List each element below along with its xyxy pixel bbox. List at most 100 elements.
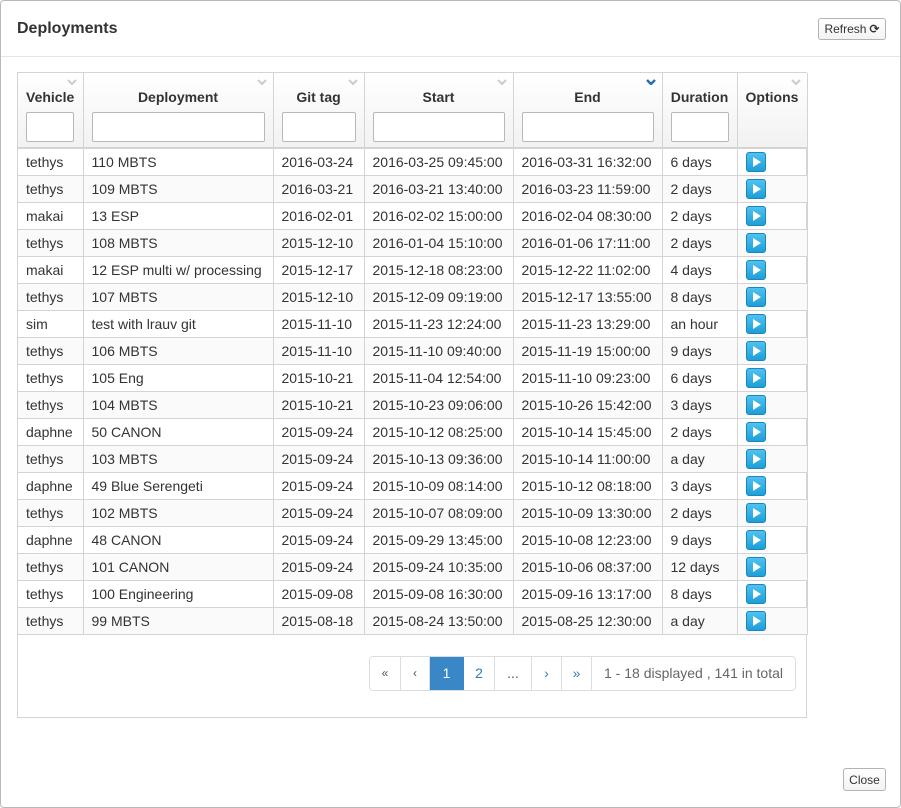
column-label: Duration [670, 89, 729, 105]
cell-options [737, 310, 808, 338]
play-icon[interactable] [745, 260, 766, 281]
cell-start: 2015-08-24 13:50:00 [364, 607, 514, 635]
play-icon[interactable] [745, 530, 766, 551]
close-button[interactable]: Close [843, 768, 886, 791]
header-row: Vehicle Deployment Git tag Start End Dur… [18, 73, 808, 149]
play-icon[interactable] [745, 206, 766, 227]
cell-duration: 8 days [662, 580, 738, 608]
page-2-button[interactable]: 2 [464, 657, 495, 690]
column-header-duration[interactable]: Duration [662, 73, 738, 149]
table-row: daphne 50 CANON 2015-09-24 2015-10-12 08:25… [18, 418, 808, 446]
cell-start: 2015-10-23 09:06:00 [364, 391, 514, 419]
column-header-vehicle[interactable]: Vehicle [18, 73, 84, 149]
cell-git-tag: 2016-03-21 [273, 175, 365, 203]
cell-deployment: 109 MBTS [83, 175, 274, 203]
cell-duration: 2 days [662, 229, 738, 257]
play-icon[interactable] [745, 503, 766, 524]
column-header-start[interactable]: Start [364, 73, 514, 149]
play-icon[interactable] [745, 476, 766, 497]
cell-duration: 9 days [662, 337, 738, 365]
sort-desc-chevron-icon[interactable] [645, 79, 656, 85]
cell-options [737, 499, 808, 527]
cell-options [737, 283, 808, 311]
play-icon[interactable] [745, 287, 766, 308]
cell-vehicle: tethys [18, 337, 84, 365]
cell-start: 2015-09-29 13:45:00 [364, 526, 514, 554]
refresh-button[interactable]: Refresh ⟳ [818, 18, 886, 40]
cell-vehicle: tethys [18, 499, 84, 527]
cell-deployment: 101 CANON [83, 553, 274, 581]
play-icon[interactable] [745, 611, 766, 632]
cell-git-tag: 2015-09-24 [273, 472, 365, 500]
cell-duration: 12 days [662, 553, 738, 581]
column-label: Git tag [296, 89, 341, 105]
cell-start: 2015-10-07 08:09:00 [364, 499, 514, 527]
cell-vehicle: tethys [18, 364, 84, 392]
cell-end: 2015-10-14 11:00:00 [513, 445, 663, 473]
play-icon[interactable] [745, 179, 766, 200]
cell-deployment: 110 MBTS [83, 148, 274, 176]
play-icon[interactable] [745, 314, 766, 335]
cell-deployment: 108 MBTS [83, 229, 274, 257]
cell-vehicle: tethys [18, 445, 84, 473]
git-tag-filter-input[interactable] [281, 112, 356, 142]
end-filter-input[interactable] [521, 112, 654, 142]
page-1-button[interactable]: 1 [430, 657, 464, 690]
play-icon[interactable] [745, 395, 766, 416]
play-icon[interactable] [745, 584, 766, 605]
sort-chevron-icon[interactable] [496, 79, 507, 85]
column-header-deployment[interactable]: Deployment [83, 73, 274, 149]
cell-start: 2015-09-24 10:35:00 [364, 553, 514, 581]
cell-deployment: 100 Engineering [83, 580, 274, 608]
play-icon[interactable] [745, 557, 766, 578]
column-header-git-tag[interactable]: Git tag [273, 73, 365, 149]
cell-deployment: 106 MBTS [83, 337, 274, 365]
cell-start: 2016-03-25 09:45:00 [364, 148, 514, 176]
deployment-filter-input[interactable] [91, 112, 265, 142]
cell-end: 2015-09-16 13:17:00 [513, 580, 663, 608]
cell-deployment: 107 MBTS [83, 283, 274, 311]
column-label: Options [745, 89, 799, 105]
column-label: Vehicle [26, 89, 75, 105]
cell-end: 2015-10-08 12:23:00 [513, 526, 663, 554]
cell-end: 2016-03-31 16:32:00 [513, 148, 663, 176]
cell-deployment: 12 ESP multi w/ processing [83, 256, 274, 284]
cell-vehicle: tethys [18, 148, 84, 176]
play-icon[interactable] [745, 152, 766, 173]
vehicle-filter-input[interactable] [26, 112, 74, 142]
play-icon[interactable] [745, 449, 766, 470]
table-row: tethys 104 MBTS 2015-10-21 2015-10-23 09:06… [18, 391, 808, 419]
cell-options [737, 526, 808, 554]
cell-options [737, 229, 808, 257]
sort-chevron-icon[interactable] [66, 79, 77, 85]
cell-start: 2016-02-02 15:00:00 [364, 202, 514, 230]
sort-chevron-icon[interactable] [790, 79, 801, 85]
sort-chevron-icon[interactable] [347, 79, 358, 85]
sort-chevron-icon[interactable] [256, 79, 267, 85]
duration-filter-input[interactable] [670, 112, 729, 142]
play-icon[interactable] [745, 341, 766, 362]
next-page-button[interactable]: › [532, 657, 562, 690]
deployments-modal: Deployments Refresh ⟳ Vehicle Deployment… [0, 0, 901, 808]
cell-start: 2015-10-09 08:14:00 [364, 472, 514, 500]
play-icon[interactable] [745, 233, 766, 254]
table-body: tethys 110 MBTS 2016-03-24 2016-03-25 09:45… [18, 148, 808, 635]
cell-end: 2015-11-23 13:29:00 [513, 310, 663, 338]
cell-vehicle: sim [18, 310, 84, 338]
cell-vehicle: tethys [18, 607, 84, 635]
start-filter-input[interactable] [372, 112, 505, 142]
first-page-button[interactable]: « [370, 657, 401, 690]
cell-end: 2015-12-22 11:02:00 [513, 256, 663, 284]
cell-deployment: 13 ESP [83, 202, 274, 230]
cell-vehicle: daphne [18, 418, 84, 446]
play-icon[interactable] [745, 422, 766, 443]
refresh-icon: ⟳ [869, 22, 880, 36]
prev-page-button[interactable]: ‹ [401, 657, 430, 690]
cell-git-tag: 2015-11-10 [273, 337, 365, 365]
table-row: makai 13 ESP 2016-02-01 2016-02-02 15:00:00… [18, 202, 808, 230]
column-header-end[interactable]: End [513, 73, 663, 149]
cell-end: 2016-01-06 17:11:00 [513, 229, 663, 257]
last-page-button[interactable]: » [562, 657, 592, 690]
deployments-grid: Vehicle Deployment Git tag Start End Dur… [17, 72, 808, 718]
play-icon[interactable] [745, 368, 766, 389]
